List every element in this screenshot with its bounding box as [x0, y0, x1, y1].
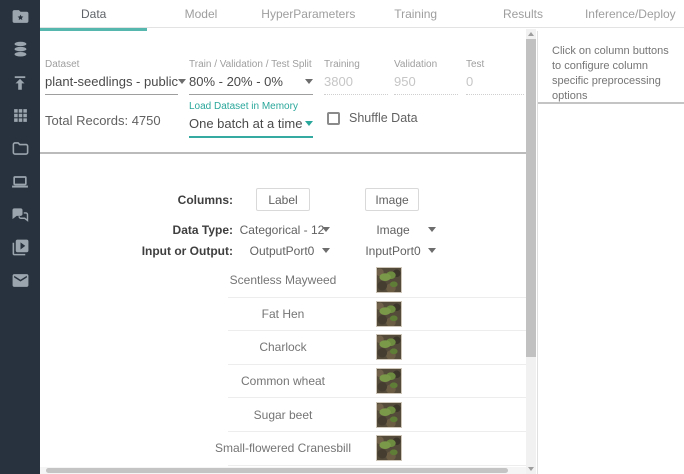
- tab-model[interactable]: Model: [147, 0, 254, 27]
- column-label-button[interactable]: Label: [256, 188, 310, 211]
- laptop-icon: [10, 172, 30, 192]
- validation-value: 950: [394, 74, 416, 89]
- training-label: Training: [324, 59, 360, 70]
- mail-icon: [11, 271, 30, 290]
- panel-divider: [538, 102, 684, 104]
- horizontal-scrollbar-thumb[interactable]: [46, 468, 508, 473]
- dataset-label: Dataset: [45, 59, 80, 70]
- sidebar-item-media[interactable]: [0, 231, 40, 264]
- load-dataset-value: One batch at a time: [189, 116, 303, 131]
- sidebar-item-files[interactable]: [0, 132, 40, 165]
- tab-hyperparameters[interactable]: HyperParameters: [255, 0, 362, 27]
- seedling-thumbnail-image: [376, 334, 402, 361]
- chevron-down-icon[interactable]: [428, 248, 436, 253]
- seedling-thumbnail-image: [376, 368, 402, 395]
- class-label: Common wheat: [240, 374, 326, 389]
- load-dataset-label: Load Dataset in Memory: [189, 101, 298, 112]
- dataset-select[interactable]: Dataset plant-seedlings - public: [45, 59, 186, 95]
- split-label: Train / Validation / Test Split: [189, 59, 312, 70]
- folder-star-icon: [11, 7, 30, 26]
- table-row: Scentless Mayweed: [228, 264, 526, 298]
- table-row: Sugar beet: [228, 398, 526, 432]
- chevron-down-icon[interactable]: [428, 227, 436, 232]
- sidebar-item-chat[interactable]: [0, 198, 40, 231]
- class-label: Sugar beet: [253, 407, 313, 422]
- image-port-select[interactable]: InputPort0: [323, 244, 463, 258]
- top-tab-bar: Data Model HyperParameters Training Resu…: [40, 0, 684, 31]
- column-image-button[interactable]: Image: [365, 188, 419, 211]
- sidebar-item-apps[interactable]: [0, 99, 40, 132]
- training-count-field: Training 3800: [324, 59, 388, 95]
- sidebar-item-devices[interactable]: [0, 165, 40, 198]
- tab-inference-deploy[interactable]: Inference/Deploy: [577, 0, 684, 27]
- test-count-field: Test 0: [466, 59, 524, 95]
- data-type-row-label: Data Type:: [172, 223, 233, 237]
- class-label: Fat Hen: [261, 306, 305, 321]
- upload-icon: [11, 74, 29, 92]
- test-label: Test: [466, 59, 485, 70]
- hint-text: Click on column buttons to configure col…: [552, 45, 669, 102]
- table-row: Small-flowered Cranesbill: [215, 432, 526, 466]
- seedling-thumbnail-image: [376, 401, 402, 428]
- shuffle-data-label: Shuffle Data: [349, 111, 418, 125]
- class-label: Scentless Mayweed: [229, 273, 337, 288]
- seedling-thumbnail-image: [376, 435, 402, 462]
- test-value: 0: [466, 74, 474, 89]
- table-row: Fat Hen: [228, 298, 526, 332]
- seedling-thumbnail-image: [376, 300, 402, 327]
- split-select[interactable]: Train / Validation / Test Split 80% - 20…: [189, 59, 313, 95]
- sidebar-item-datasets[interactable]: [0, 33, 40, 66]
- input-output-row-label: Input or Output:: [141, 244, 233, 258]
- split-value: 80% - 20% - 0%: [189, 74, 283, 89]
- horizontal-scrollbar[interactable]: [40, 467, 526, 474]
- chevron-down-icon: [305, 121, 313, 126]
- table-row: Common wheat: [228, 365, 526, 399]
- sidebar-item-projects[interactable]: [0, 0, 40, 33]
- image-data-type-select[interactable]: Image: [323, 223, 463, 237]
- tab-results[interactable]: Results: [469, 0, 576, 27]
- load-dataset-select[interactable]: Load Dataset in Memory One batch at a ti…: [189, 101, 313, 138]
- columns-row-label: Columns:: [177, 193, 233, 207]
- data-tab-content: Dataset plant-seedlings - public Train /…: [40, 31, 526, 474]
- scroll-down-icon[interactable]: [528, 467, 534, 471]
- shuffle-data-option: Shuffle Data: [327, 111, 418, 125]
- table-row: Charlock: [228, 331, 526, 365]
- chevron-down-icon: [305, 79, 313, 84]
- shuffle-data-checkbox[interactable]: [327, 111, 340, 125]
- chevron-down-icon: [177, 79, 186, 84]
- total-records-text: Total Records: 4750: [45, 113, 161, 128]
- sidebar-item-mail[interactable]: [0, 264, 40, 297]
- app-sidebar: [0, 0, 40, 474]
- dataset-value: plant-seedlings - public: [45, 74, 178, 89]
- grid-icon: [12, 107, 29, 124]
- validation-count-field: Validation 950: [394, 59, 458, 95]
- database-icon: [11, 40, 30, 59]
- scroll-up-icon[interactable]: [528, 32, 534, 36]
- tab-data[interactable]: Data: [40, 0, 147, 27]
- vertical-scrollbar[interactable]: [526, 29, 536, 474]
- video-library-icon: [11, 238, 30, 257]
- class-label: Charlock: [259, 340, 307, 355]
- vertical-scrollbar-thumb[interactable]: [526, 39, 536, 357]
- chat-bubbles-icon: [10, 205, 30, 225]
- tab-training[interactable]: Training: [362, 0, 469, 27]
- preprocessing-hint-panel: Click on column buttons to configure col…: [537, 31, 684, 474]
- folder-icon: [11, 139, 30, 158]
- validation-label: Validation: [394, 59, 438, 70]
- sidebar-item-upload[interactable]: [0, 66, 40, 99]
- section-divider: [40, 152, 526, 154]
- training-value: 3800: [324, 74, 353, 89]
- seedling-thumbnail-image: [376, 267, 402, 294]
- class-label: Small-flowered Cranesbill: [214, 441, 352, 456]
- sample-rows-list: Scentless Mayweed Fat Hen Charlock Commo…: [215, 264, 526, 466]
